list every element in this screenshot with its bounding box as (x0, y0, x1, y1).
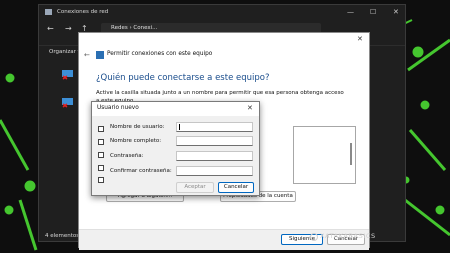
new-user-dialog: Usuario nuevo ✕ Nombre de usuario: Nombr… (91, 101, 260, 196)
fullname-input[interactable] (176, 136, 253, 146)
user-checkbox[interactable] (98, 126, 104, 132)
user-checkbox[interactable] (98, 139, 104, 145)
accept-button[interactable]: Aceptar (176, 182, 214, 193)
close-icon[interactable]: ✕ (247, 104, 253, 112)
password-label: Contraseña: (110, 153, 144, 159)
wizard-heading: ¿Quién puede conectarse a este equipo? (96, 73, 270, 83)
network-folder-icon (45, 9, 52, 15)
user-checkbox[interactable] (98, 165, 104, 171)
xataka-logo-icon (310, 233, 318, 241)
close-icon[interactable]: ✕ (393, 8, 399, 16)
network-icon (96, 51, 104, 59)
dialog-title: Usuario nuevo (97, 105, 139, 111)
username-input[interactable] (176, 122, 253, 132)
maximize-icon[interactable]: ☐ (370, 8, 376, 16)
back-arrow-icon[interactable]: ← (84, 51, 90, 59)
user-checkbox[interactable] (98, 152, 104, 158)
confirm-password-input[interactable] (176, 166, 253, 176)
user-checkbox[interactable] (98, 177, 104, 183)
wizard-header: ← Permitir conexiones con este equipo (79, 49, 369, 61)
dialog-cancel-button[interactable]: Cancelar (218, 182, 254, 193)
fullname-label: Nombre completo: (110, 138, 162, 144)
watermark: XATAKABASICS (320, 232, 376, 240)
network-adapter-icon[interactable] (61, 69, 75, 81)
scrollbar[interactable] (350, 143, 352, 165)
username-label: Nombre de usuario: (110, 124, 165, 130)
dialog-titlebar: Usuario nuevo ✕ (92, 102, 259, 116)
window-titlebar: Conexiones de red — ☐ ✕ (39, 5, 405, 20)
network-adapter-icon[interactable] (61, 97, 75, 109)
status-bar-count: 4 elementos (45, 233, 80, 239)
back-arrow-icon[interactable]: ← (47, 24, 54, 33)
address-text: Redes › Conexi... (111, 25, 158, 31)
organize-menu[interactable]: Organizar ▾ (49, 49, 80, 55)
confirm-password-label: Confirmar contraseña: (110, 168, 172, 174)
forward-arrow-icon[interactable]: → (65, 24, 72, 33)
close-icon[interactable]: ✕ (357, 35, 363, 43)
minimize-icon[interactable]: — (347, 8, 354, 16)
text-caret (179, 124, 180, 130)
password-input[interactable] (176, 151, 253, 161)
user-list[interactable] (293, 126, 356, 184)
wizard-title: Permitir conexiones con este equipo (107, 51, 213, 57)
window-title: Conexiones de red (57, 9, 109, 15)
